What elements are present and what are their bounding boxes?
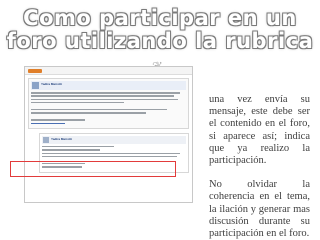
- reply-header: Yadira Marrotti: [42, 135, 186, 144]
- reply-author: Yadira Marrotti: [51, 136, 73, 141]
- slide-title-line-2: foro utilizando la rubrica: [6, 29, 314, 53]
- slide-body-text: una vez envía su mensaje, este debe ser …: [209, 94, 310, 240]
- paragraph-2: No olvidar la coherencia en el tema, la …: [209, 179, 310, 240]
- slide-title-line-1: Como participar en un: [23, 6, 297, 30]
- post-author: Yadira Marrotti: [41, 82, 63, 86]
- highlight-box: [10, 161, 176, 177]
- post-header: Yadira Marrotti: [31, 81, 186, 90]
- forum-post: Yadira Marrotti: [28, 78, 189, 129]
- forum-toolbar-button: [28, 68, 42, 73]
- forum-screenshot: Yadira Marrotti Yadira Marrotti: [24, 66, 193, 203]
- avatar: [43, 136, 49, 143]
- paragraph-1: una vez envía su mensaje, este debe ser …: [209, 94, 310, 167]
- avatar: [32, 82, 39, 89]
- forum-toolbar: [25, 67, 192, 75]
